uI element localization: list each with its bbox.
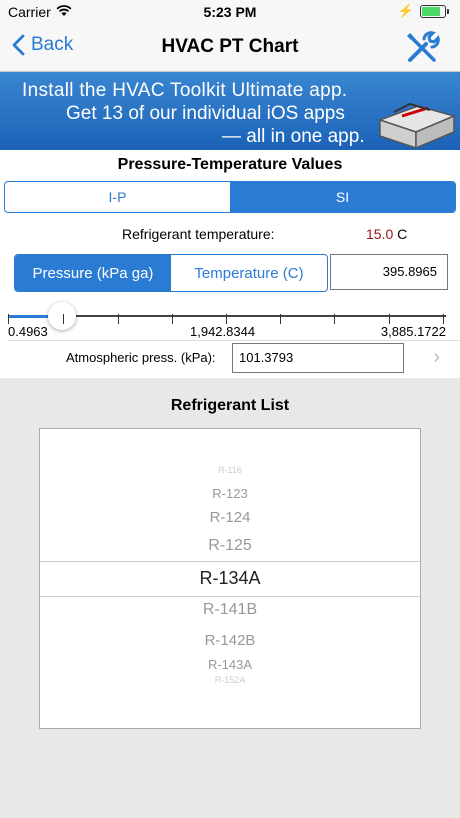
units-segmented-control: I-P SI [4, 181, 456, 213]
tab-temperature[interactable]: Temperature (C) [171, 255, 327, 291]
picker-item[interactable]: R-142B [40, 632, 420, 649]
slider-tick [8, 314, 9, 324]
picker-item[interactable]: R-123 [40, 486, 420, 501]
slider-tick [63, 314, 64, 324]
picker-item[interactable]: R-125 [40, 537, 420, 555]
slider-tick [280, 314, 281, 324]
divider [8, 340, 460, 341]
banner-line-3: — all in one app. [222, 126, 365, 147]
slider-tick [118, 314, 119, 324]
refrigerant-picker[interactable]: R-116 R-123 R-124 R-125 R-134A R-141B R-… [39, 428, 421, 729]
slider-tick [334, 314, 335, 324]
toolbox-icon [377, 102, 457, 148]
slider-tick [172, 314, 173, 324]
tab-i-p[interactable]: I-P [5, 182, 230, 212]
picker-selection-line [40, 561, 420, 562]
picker-item[interactable]: R-152A [40, 675, 420, 685]
slider-max-label: 3,885.1722 [380, 324, 446, 339]
temperature-unit: C [397, 226, 408, 242]
slider-tick [443, 314, 444, 324]
pt-values-section: Pressure-Temperature Values I-P SI Refri… [0, 150, 460, 378]
navigation-bar: Back HVAC PT Chart [0, 24, 460, 72]
picker-item[interactable]: R-141B [40, 601, 420, 619]
battery-icon [420, 5, 449, 18]
temperature-number: 15.0 [366, 226, 394, 242]
banner-line-2: Get 13 of our individual iOS apps [66, 103, 345, 124]
banner-line-1: Install the HVAC Toolkit Ultimate app. [22, 80, 348, 101]
promo-banner[interactable]: Install the HVAC Toolkit Ultimate app. G… [0, 72, 460, 150]
refrigerant-temperature-label: Refrigerant temperature: [122, 226, 275, 242]
refrigerant-list-title: Refrigerant List [170, 397, 290, 414]
tools-icon[interactable] [404, 30, 440, 66]
atmospheric-pressure-label: Atmospheric press. (kPa): [66, 350, 216, 365]
slider-tick [389, 314, 390, 324]
pressure-value-field[interactable]: 395.8965 [330, 254, 448, 290]
status-bar: Carrier 5:23 PM ⚡ [0, 0, 460, 24]
refrigerant-temperature-value: 15.0 C [366, 226, 407, 242]
picker-selection-line [40, 596, 420, 597]
atmospheric-pressure-field[interactable]: 101.3793 [232, 343, 404, 373]
section-title: Pressure-Temperature Values [117, 156, 343, 173]
slider-mid-label: 1,942.8344 [190, 324, 256, 339]
slider-thumb[interactable] [48, 302, 76, 330]
charging-icon: ⚡ [397, 3, 414, 18]
picker-item-selected[interactable]: R-134A [40, 568, 420, 589]
picker-item[interactable]: R-124 [40, 509, 420, 526]
page-title: HVAC PT Chart [161, 36, 299, 57]
clock: 5:23 PM [203, 4, 257, 20]
slider-tick [226, 314, 227, 324]
slider-min-label: 0.4963 [8, 324, 48, 339]
picker-item[interactable]: R-116 [40, 465, 420, 475]
tab-pressure[interactable]: Pressure (kPa ga) [15, 255, 171, 291]
chevron-right-icon[interactable]: › [433, 346, 440, 369]
tab-si[interactable]: SI [230, 182, 455, 212]
picker-item[interactable]: R-143A [40, 657, 420, 672]
mode-segmented-control: Pressure (kPa ga) Temperature (C) [14, 254, 328, 292]
